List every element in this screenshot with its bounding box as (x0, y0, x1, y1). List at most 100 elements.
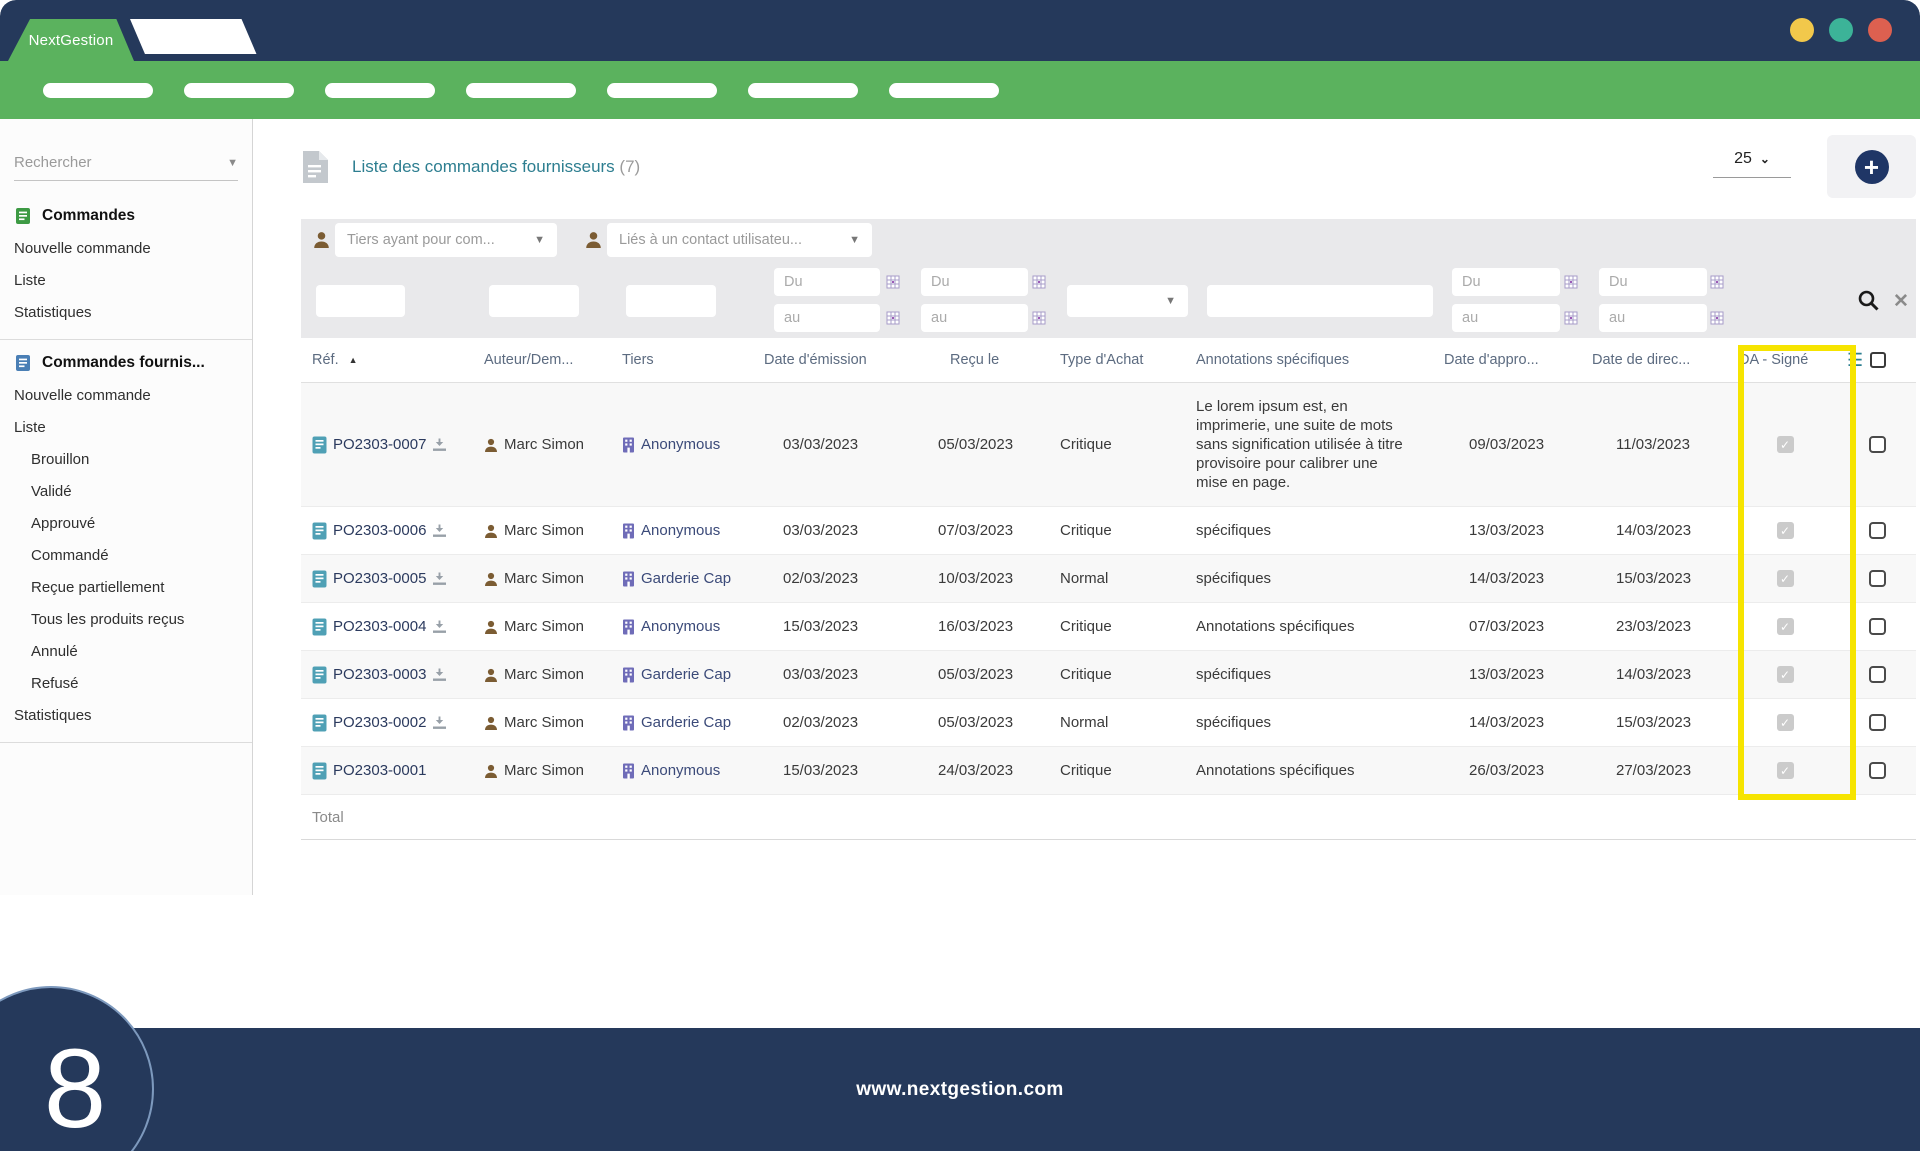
header-type-achat[interactable]: Type d'Achat (1054, 352, 1184, 368)
sidebar-item[interactable]: Brouillon (14, 444, 238, 476)
appro-from-input[interactable] (1452, 268, 1560, 296)
table-row[interactable]: PO2303-0003 Marc Simon Garderie Cap 03/0… (301, 651, 1916, 699)
calendar-icon[interactable] (1710, 275, 1724, 289)
table-row[interactable]: PO2303-0005 Marc Simon Garderie Cap 02/0… (301, 555, 1916, 603)
row-checkbox[interactable] (1869, 522, 1886, 539)
sidebar-item[interactable]: Liste (14, 412, 238, 444)
recu-to-input[interactable] (921, 304, 1028, 332)
direc-from-input[interactable] (1599, 268, 1707, 296)
page-size-select[interactable]: 25⌄ (1713, 150, 1791, 178)
row-checkbox[interactable] (1869, 762, 1886, 779)
annotations-filter-input[interactable] (1207, 285, 1433, 317)
row-checkbox[interactable] (1869, 618, 1886, 635)
nav-pill[interactable] (607, 83, 717, 98)
order-ref-link[interactable]: PO2303-0001 (333, 762, 426, 779)
close-icon[interactable]: ✕ (1893, 290, 1909, 313)
minimize-dot-icon[interactable] (1790, 18, 1814, 42)
sidebar-item[interactable]: Liste (14, 265, 238, 297)
row-checkbox[interactable] (1869, 714, 1886, 731)
header-annotations[interactable]: Annotations spécifiques (1184, 352, 1444, 368)
contact-filter-dropdown[interactable]: Liés à un contact utilisateu...▼ (607, 223, 872, 257)
order-ref-link[interactable]: PO2303-0007 (333, 436, 426, 453)
header-date-emission[interactable]: Date d'émission (764, 352, 934, 368)
brand-tab[interactable]: NextGestion (8, 19, 134, 61)
tiers-link[interactable]: Anonymous (641, 436, 720, 453)
ref-filter-input[interactable] (316, 285, 405, 317)
maximize-dot-icon[interactable] (1829, 18, 1853, 42)
download-icon[interactable] (432, 620, 447, 634)
header-ref[interactable]: Réf.▲ (301, 352, 484, 368)
emission-from-input[interactable] (774, 268, 880, 296)
calendar-icon[interactable] (1564, 275, 1578, 289)
order-ref-link[interactable]: PO2303-0005 (333, 570, 426, 587)
nav-pill[interactable] (43, 83, 153, 98)
sidebar-item[interactable]: Validé (14, 476, 238, 508)
order-ref-link[interactable]: PO2303-0004 (333, 618, 426, 635)
sidebar-item[interactable]: Refusé (14, 668, 238, 700)
calendar-icon[interactable] (1564, 311, 1578, 325)
sidebar-item[interactable]: Nouvelle commande (14, 380, 238, 412)
sidebar-item[interactable]: Approuvé (14, 508, 238, 540)
calendar-icon[interactable] (1710, 311, 1724, 325)
sidebar-item[interactable]: Nouvelle commande (14, 233, 238, 265)
nav-pill[interactable] (184, 83, 294, 98)
nav-pill[interactable] (325, 83, 435, 98)
tiers-link[interactable]: Garderie Cap (641, 570, 731, 587)
header-date-direc[interactable]: Date de direc... (1586, 352, 1729, 368)
type-achat-select[interactable]: ▼ (1067, 285, 1188, 317)
header-tiers[interactable]: Tiers (622, 352, 764, 368)
download-icon[interactable] (432, 524, 447, 538)
calendar-icon[interactable] (886, 311, 900, 325)
header-da-signe[interactable]: DA - Signé (1729, 352, 1841, 368)
calendar-icon[interactable] (886, 275, 900, 289)
download-icon[interactable] (432, 572, 447, 586)
download-icon[interactable] (432, 438, 447, 452)
download-icon[interactable] (432, 716, 447, 730)
nav-pill[interactable] (889, 83, 999, 98)
header-auteur[interactable]: Auteur/Dem... (484, 352, 622, 368)
tiers-link[interactable]: Garderie Cap (641, 714, 731, 731)
tiers-link[interactable]: Anonymous (641, 762, 720, 779)
recu-from-input[interactable] (921, 268, 1028, 296)
tiers-filter-dropdown[interactable]: Tiers ayant pour com...▼ (335, 223, 557, 257)
author-filter-input[interactable] (489, 285, 579, 317)
order-ref-link[interactable]: PO2303-0002 (333, 714, 426, 731)
sidebar-item[interactable]: Statistiques (14, 297, 238, 329)
sidebar-section-title[interactable]: Commandes fournis... (14, 354, 238, 372)
header-date-appro[interactable]: Date d'appro... (1444, 352, 1586, 368)
row-checkbox[interactable] (1869, 666, 1886, 683)
select-all-checkbox[interactable] (1870, 352, 1886, 368)
add-order-button[interactable]: + (1855, 150, 1889, 184)
table-row[interactable]: PO2303-0004 Marc Simon Anonymous 15/03/2… (301, 603, 1916, 651)
sidebar-item[interactable]: Reçue partiellement (14, 572, 238, 604)
search-select[interactable]: Rechercher ▼ (14, 145, 238, 181)
tiers-filter-input[interactable] (626, 285, 716, 317)
emission-to-input[interactable] (774, 304, 880, 332)
list-view-icon[interactable]: ☰ (1847, 350, 1863, 371)
table-row[interactable]: PO2303-0002 Marc Simon Garderie Cap 02/0… (301, 699, 1916, 747)
order-ref-link[interactable]: PO2303-0006 (333, 522, 426, 539)
close-dot-icon[interactable] (1868, 18, 1892, 42)
appro-to-input[interactable] (1452, 304, 1560, 332)
direc-to-input[interactable] (1599, 304, 1707, 332)
row-checkbox[interactable] (1869, 436, 1886, 453)
table-row[interactable]: PO2303-0007 Marc Simon Anonymous 03/03/2… (301, 383, 1916, 507)
sidebar-item[interactable]: Commandé (14, 540, 238, 572)
download-icon[interactable] (432, 668, 447, 682)
nav-pill[interactable] (748, 83, 858, 98)
search-icon[interactable] (1857, 289, 1880, 312)
table-row[interactable]: PO2303-0006 Marc Simon Anonymous 03/03/2… (301, 507, 1916, 555)
sidebar-section-title[interactable]: Commandes (14, 207, 238, 225)
row-checkbox[interactable] (1869, 570, 1886, 587)
tiers-link[interactable]: Anonymous (641, 618, 720, 635)
calendar-icon[interactable] (1032, 275, 1046, 289)
nav-pill[interactable] (466, 83, 576, 98)
order-ref-link[interactable]: PO2303-0003 (333, 666, 426, 683)
calendar-icon[interactable] (1032, 311, 1046, 325)
sidebar-item[interactable]: Statistiques (14, 700, 238, 732)
sidebar-item[interactable]: Tous les produits reçus (14, 604, 238, 636)
tiers-link[interactable]: Garderie Cap (641, 666, 731, 683)
tiers-link[interactable]: Anonymous (641, 522, 720, 539)
table-row[interactable]: PO2303-0001 Marc Simon Anonymous 15/03/2… (301, 747, 1916, 795)
header-recu-le[interactable]: Reçu le (934, 352, 1054, 368)
